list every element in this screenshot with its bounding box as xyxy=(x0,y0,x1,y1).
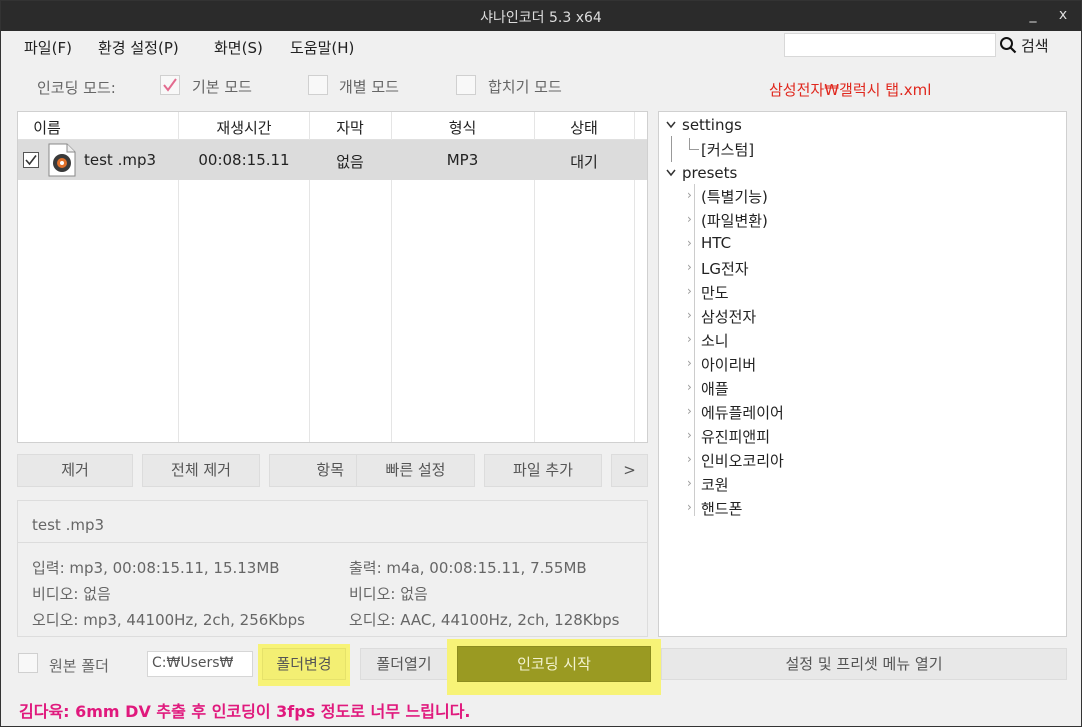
app-window: 샤나인코더 5.3 x64 _ x 파일(F) 환경 설정(P) 화면(S) 도… xyxy=(0,0,1082,727)
basic-mode-label: 기본 모드 xyxy=(192,78,252,96)
chevron-right-icon: › xyxy=(687,284,692,298)
chevron-right-icon: › xyxy=(687,236,692,250)
chevron-right-icon: › xyxy=(687,428,692,442)
chevron-right-icon: › xyxy=(687,404,692,418)
row-subtitle: 없음 xyxy=(336,153,364,171)
output-audio: 오디오: AAC, 44100Hz, 2ch, 128Kbps xyxy=(349,611,620,629)
change-folder-button[interactable]: 폴더변경 xyxy=(262,648,346,680)
file-info-panel: test .mp3 입력: mp3, 00:08:15.11, 15.13MB … xyxy=(17,500,648,637)
info-file-name: test .mp3 xyxy=(32,516,105,534)
menu-preferences[interactable]: 환경 설정(P) xyxy=(98,37,179,58)
merge-mode-label: 합치기 모드 xyxy=(488,78,562,96)
search-input[interactable] xyxy=(784,33,996,57)
tree-node-presets[interactable]: presets xyxy=(682,164,737,182)
chevron-right-icon: › xyxy=(687,188,692,202)
output-summary: 출력: m4a, 00:08:15.11, 7.55MB xyxy=(349,559,587,577)
open-folder-button[interactable]: 폴더열기 xyxy=(360,648,448,680)
row-file-name: test .mp3 xyxy=(84,151,157,169)
tree-node-settings[interactable]: settings xyxy=(682,116,742,134)
chevron-right-icon: › xyxy=(687,452,692,466)
items-button[interactable]: 항목 xyxy=(269,454,359,487)
individual-mode-checkbox[interactable] xyxy=(308,75,328,95)
file-list[interactable]: 이름 재생시간 자막 형식 상태 test .mp3 00:08:15.11 없… xyxy=(17,111,648,443)
remove-button[interactable]: 제거 xyxy=(17,454,133,487)
preset-tree[interactable]: settings [커스텀] presets › (특별기능) › (파일변환) ›… xyxy=(658,111,1067,637)
encoding-mode-label: 인코딩 모드: xyxy=(37,79,116,97)
chevron-right-icon: › xyxy=(687,332,692,346)
chevron-right-icon: › xyxy=(687,500,692,514)
status-message: 김다육: 6mm DV 추출 후 인코딩이 3fps 정도로 너무 느립니다. xyxy=(19,702,471,721)
column-format[interactable]: 형식 xyxy=(391,117,534,138)
chevron-down-icon[interactable] xyxy=(666,169,676,177)
individual-mode-label: 개별 모드 xyxy=(339,78,399,96)
chevron-down-icon[interactable] xyxy=(666,121,676,129)
output-video: 비디오: 없음 xyxy=(349,585,428,603)
table-row[interactable]: test .mp3 00:08:15.11 없음 MP3 대기 xyxy=(18,140,647,180)
chevron-right-icon: › xyxy=(687,308,692,322)
input-audio: 오디오: mp3, 44100Hz, 2ch, 256Kbps xyxy=(32,611,305,629)
minimize-button[interactable]: _ xyxy=(1023,5,1043,25)
title-bar: 샤나인코더 5.3 x64 _ x xyxy=(1,1,1081,31)
column-status[interactable]: 상태 xyxy=(534,117,634,138)
source-folder-checkbox[interactable] xyxy=(18,653,38,673)
menu-help[interactable]: 도움말(H) xyxy=(290,37,354,58)
search-icon xyxy=(1000,37,1017,54)
chevron-right-icon: › xyxy=(687,476,692,490)
window-title: 샤나인코더 5.3 x64 xyxy=(480,10,602,26)
row-format: MP3 xyxy=(446,151,479,169)
column-name[interactable]: 이름 xyxy=(18,117,76,138)
row-checkbox[interactable] xyxy=(23,152,39,168)
start-encoding-button[interactable]: 인코딩 시작 xyxy=(457,646,651,682)
input-video: 비디오: 없음 xyxy=(32,585,111,603)
row-status: 대기 xyxy=(570,153,598,171)
remove-all-button[interactable]: 전체 제거 xyxy=(142,454,260,487)
open-settings-menu-button[interactable]: 설정 및 프리셋 메뉴 열기 xyxy=(661,648,1067,680)
encoding-mode-bar: 인코딩 모드: 기본 모드 개별 모드 합치기 모드 삼성전자₩갤럭시 탭.xm… xyxy=(1,67,1081,103)
basic-mode-checkbox[interactable] xyxy=(160,75,180,95)
menu-file[interactable]: 파일(F) xyxy=(24,37,72,58)
merge-mode-checkbox[interactable] xyxy=(456,75,476,95)
chevron-right-icon: › xyxy=(687,356,692,370)
check-icon xyxy=(25,155,37,166)
input-summary: 입력: mp3, 00:08:15.11, 15.13MB xyxy=(32,559,280,577)
output-path-field[interactable]: C:₩Users₩ xyxy=(147,651,253,677)
chevron-right-icon: › xyxy=(687,212,692,226)
row-duration: 00:08:15.11 xyxy=(198,151,290,169)
search-button[interactable]: 검색 xyxy=(999,34,1049,56)
quick-settings-button[interactable]: 빠른 설정 xyxy=(356,454,475,487)
search-label: 검색 xyxy=(1021,36,1049,55)
audio-file-icon xyxy=(48,143,76,177)
menu-view[interactable]: 화면(S) xyxy=(214,37,263,58)
check-icon xyxy=(163,78,177,92)
source-folder-label: 원본 폴더 xyxy=(49,657,109,675)
chevron-right-icon: › xyxy=(687,380,692,394)
file-list-header: 이름 재생시간 자막 형식 상태 xyxy=(18,112,647,140)
chevron-right-icon: › xyxy=(687,260,692,274)
close-button[interactable]: x xyxy=(1053,5,1073,25)
tree-node-custom[interactable]: [커스텀] xyxy=(701,139,754,160)
column-subtitle[interactable]: 자막 xyxy=(309,117,391,138)
current-preset-path: 삼성전자₩갤럭시 탭.xml xyxy=(769,81,932,99)
column-duration[interactable]: 재생시간 xyxy=(179,117,309,138)
more-button[interactable]: > xyxy=(611,454,648,487)
add-file-button[interactable]: 파일 추가 xyxy=(484,454,602,487)
